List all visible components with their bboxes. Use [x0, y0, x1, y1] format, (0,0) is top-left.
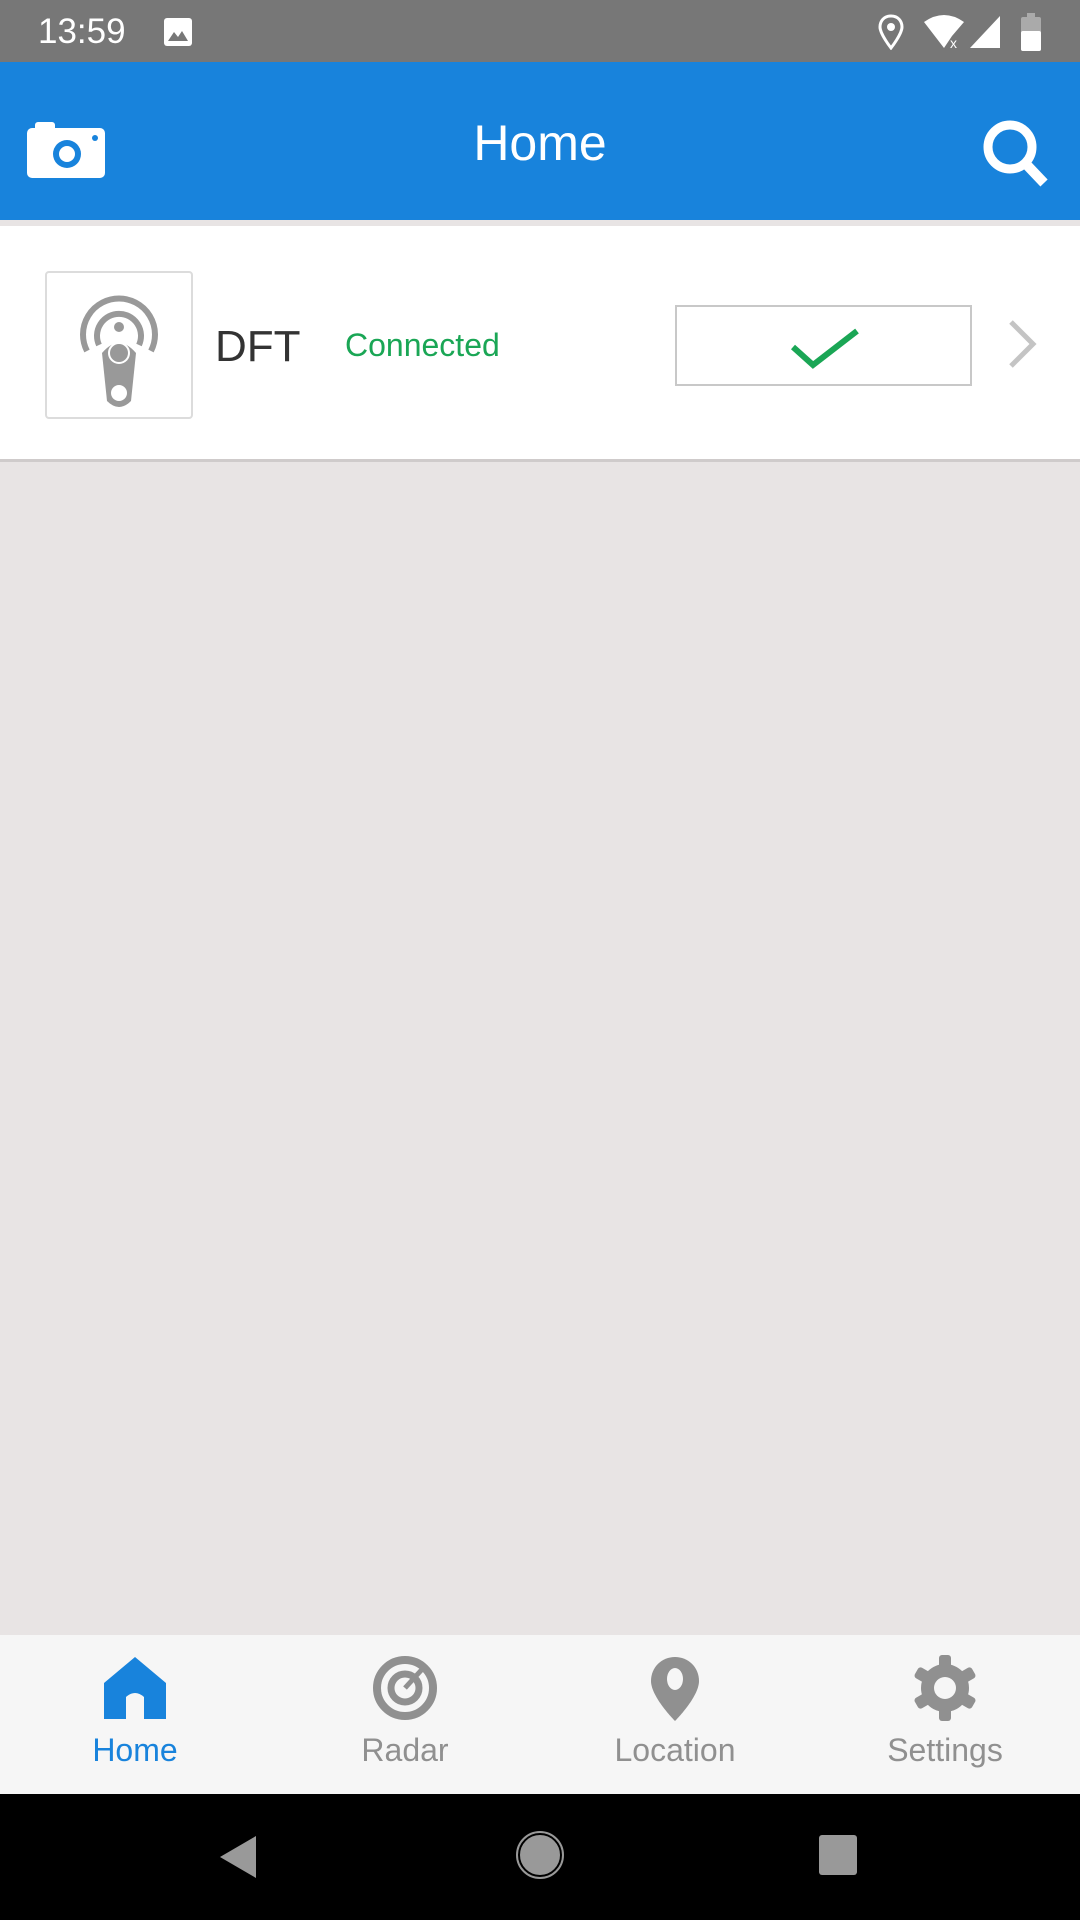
home-circle-icon[interactable]	[516, 1830, 564, 1880]
battery-icon	[1021, 13, 1041, 51]
device-name: DFT	[215, 322, 301, 371]
home-icon	[104, 1657, 166, 1719]
recents-icon[interactable]	[818, 1834, 858, 1876]
back-icon[interactable]	[218, 1834, 258, 1880]
tab-label: Settings	[887, 1732, 1003, 1768]
location-icon	[878, 14, 904, 50]
svg-text:x: x	[950, 35, 957, 50]
status-time: 13:59	[38, 12, 126, 51]
wifi-off-icon: x	[924, 15, 964, 50]
tab-radar[interactable]: Radar	[270, 1635, 540, 1794]
tab-settings[interactable]: Settings	[810, 1635, 1080, 1794]
search-icon[interactable]	[980, 117, 1050, 187]
tab-label: Radar	[361, 1732, 449, 1768]
tab-location[interactable]: Location	[540, 1635, 810, 1794]
tab-label: Location	[614, 1732, 736, 1768]
checkmark-icon	[790, 328, 859, 369]
device-select-checkbox[interactable]	[675, 305, 972, 386]
status-bar: 13:59 x	[0, 0, 1080, 62]
page-title: Home	[473, 115, 607, 171]
device-row[interactable]: DFT Connected	[0, 226, 1080, 462]
signal-icon	[970, 16, 1000, 48]
gear-icon	[914, 1655, 976, 1721]
device-thumbnail	[45, 271, 193, 419]
chevron-right-icon[interactable]	[1005, 316, 1041, 372]
app-bar: Home	[0, 62, 1080, 220]
connection-status: Connected	[345, 327, 500, 363]
location-pin-icon	[651, 1657, 699, 1721]
image-icon	[164, 18, 192, 46]
beacon-tag-icon	[80, 295, 158, 407]
tab-label: Home	[92, 1732, 178, 1768]
tab-home[interactable]: Home	[0, 1635, 270, 1794]
system-nav-bar	[0, 1794, 1080, 1920]
radar-icon	[373, 1656, 437, 1720]
bottom-nav: Home Radar Location Settings	[0, 1635, 1080, 1794]
